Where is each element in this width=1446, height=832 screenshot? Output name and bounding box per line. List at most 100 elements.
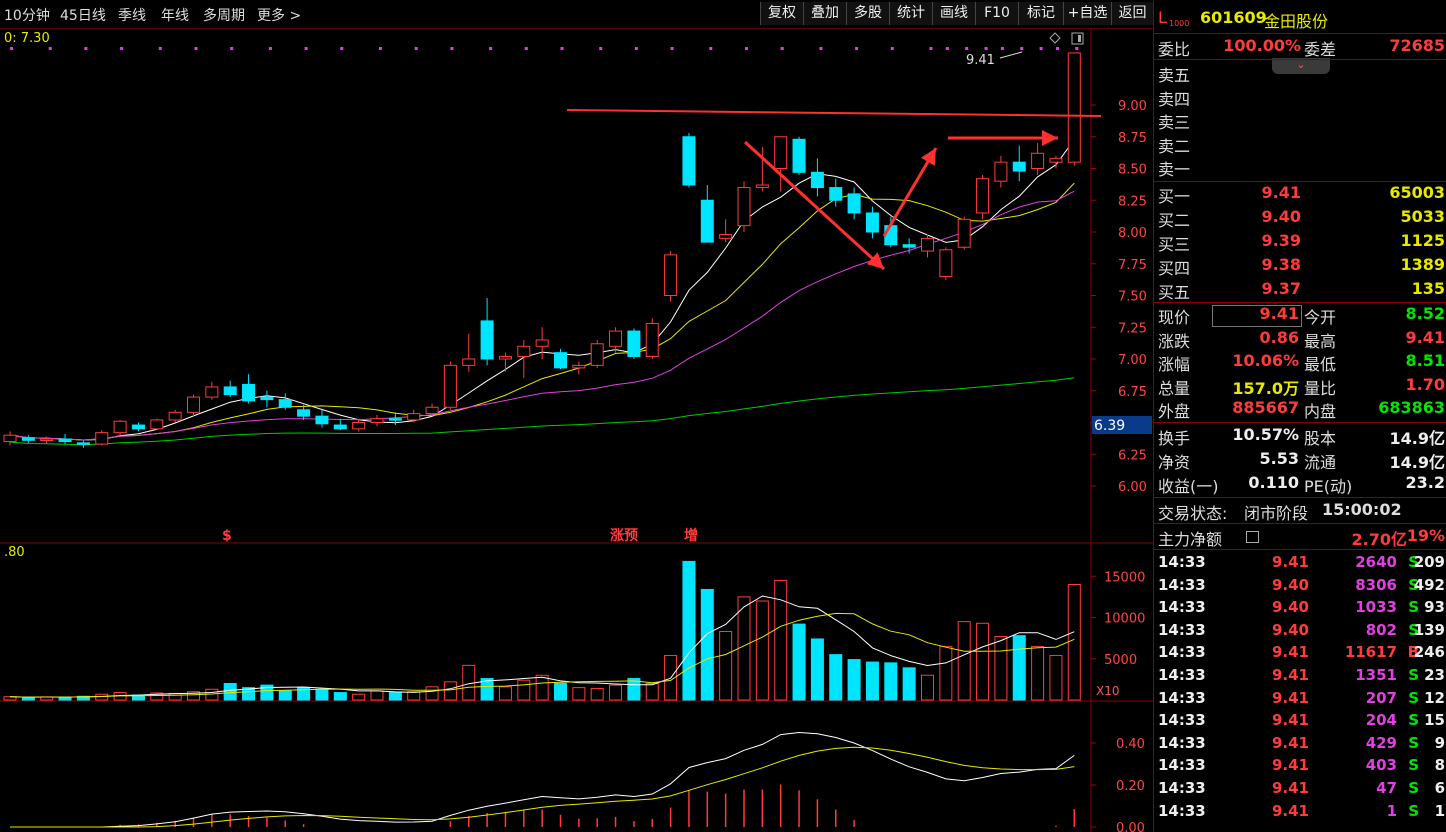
- candle: [76, 440, 90, 448]
- ma10-line: [9, 182, 1075, 441]
- volume-bar: [847, 659, 861, 701]
- tab-10min[interactable]: 10分钟: [4, 5, 50, 25]
- marker-dot: [1020, 47, 1024, 50]
- chart-toolbar: 10分钟 45日线 季线 年线 多周期 更多 > 复权 叠加 多股 统计 画线 …: [0, 0, 1153, 29]
- tab-more[interactable]: 更多 >: [257, 5, 301, 25]
- tick-price: 9.41: [1271, 643, 1309, 662]
- volume-bar: [829, 654, 843, 701]
- tick-time: 14:33: [1158, 598, 1206, 617]
- weicha-value: 72685: [1389, 36, 1445, 55]
- resistance-line: [566, 109, 1102, 117]
- candle-body: [205, 386, 219, 398]
- candle: [737, 181, 751, 232]
- fund-value-2: 23.2: [1405, 473, 1445, 492]
- bid-row: 买二 9.40 5033: [1158, 207, 1446, 230]
- volume-tick-label: 10000: [1104, 612, 1145, 627]
- ma60-line: [9, 377, 1075, 446]
- overlay-button[interactable]: 叠加: [803, 2, 846, 25]
- ask-row: 卖二: [1158, 133, 1446, 156]
- tick-volume: 1: [1386, 801, 1397, 820]
- stat-value-2: 683863: [1378, 398, 1445, 417]
- volume-bar: [517, 679, 531, 701]
- ask-label: 卖四: [1158, 89, 1191, 109]
- volume-bar: [810, 638, 824, 701]
- tick-count: 6: [1434, 779, 1445, 797]
- level-badge: 1000: [1169, 19, 1190, 28]
- candle-body: [150, 419, 164, 430]
- ma20-line: [9, 190, 1075, 441]
- price-tick-label: 7.50: [1118, 290, 1147, 305]
- volume-bar: [939, 645, 953, 701]
- volume-bar: [21, 697, 35, 701]
- candle-body: [682, 136, 696, 186]
- ask-label: 卖一: [1158, 160, 1191, 179]
- tab-multi-period[interactable]: 多周期: [203, 5, 245, 25]
- volume-bar: [902, 667, 916, 701]
- ask-row: 卖五: [1158, 62, 1446, 85]
- f10-button[interactable]: F10: [975, 2, 1018, 25]
- tick-row: 14:33 9.41 429 S 9: [1154, 734, 1446, 757]
- ma-label: 0: 7.30: [4, 31, 50, 46]
- fund-row: 净资 5.53 流通 14.9亿: [1158, 449, 1446, 472]
- draw-line-button[interactable]: 画线: [932, 2, 975, 25]
- candle-body: [847, 193, 861, 214]
- tick-price: 9.41: [1271, 801, 1309, 820]
- fund-label-2: 流通: [1304, 453, 1337, 472]
- stat-row: 现价 9.41 今开 8.52: [1158, 304, 1446, 327]
- tick-time: 14:33: [1158, 711, 1206, 730]
- tick-side: S: [1408, 756, 1419, 775]
- marker-dot: [304, 47, 308, 50]
- bid-volume: 135: [1411, 279, 1445, 298]
- volume-bar: [223, 683, 237, 701]
- restore-rights-button[interactable]: 复权: [760, 2, 803, 25]
- candle: [1031, 143, 1045, 175]
- tab-quarter[interactable]: 季线: [118, 5, 146, 25]
- candle-body: [333, 424, 347, 430]
- detail-icon[interactable]: [1246, 531, 1259, 543]
- candle-body: [627, 330, 641, 357]
- volume-bar: [388, 692, 402, 701]
- volume-bar: [645, 683, 659, 701]
- ask-label: 卖二: [1158, 136, 1191, 156]
- mark-button[interactable]: 标记: [1018, 2, 1063, 25]
- chart-grid: [0, 28, 1153, 832]
- volume-bars: [3, 560, 1081, 701]
- tab-year[interactable]: 年线: [161, 5, 189, 25]
- marker-dot: [194, 47, 198, 50]
- candle-body: [498, 355, 512, 360]
- candle: [352, 419, 366, 432]
- diamond-icon[interactable]: [1049, 32, 1061, 44]
- candle: [260, 390, 274, 408]
- marker-dot: [855, 47, 859, 50]
- candle: [682, 132, 696, 188]
- tick-count: 209: [1413, 553, 1445, 571]
- fund-value: 10.57%: [1232, 425, 1299, 444]
- candle: [921, 234, 934, 258]
- multi-stock-button[interactable]: 多股: [846, 2, 889, 25]
- volume-bar: [572, 687, 586, 701]
- add-favorite-button[interactable]: +自选: [1063, 2, 1111, 25]
- price-tick-label: 7.75: [1118, 258, 1147, 273]
- candle-body: [1067, 52, 1081, 163]
- ask-label: 卖三: [1158, 113, 1191, 132]
- price-tick-label: 6.25: [1118, 448, 1147, 463]
- marker-dot: [379, 47, 382, 50]
- price-tick-label: 8.00: [1118, 226, 1147, 241]
- tab-45day[interactable]: 45日线: [60, 5, 106, 25]
- candle: [774, 136, 788, 192]
- tick-count: 246: [1413, 643, 1445, 662]
- bid-volume: 1389: [1400, 255, 1445, 274]
- window-toggle-icon[interactable]: [1071, 32, 1084, 45]
- marker-dot: [965, 47, 969, 50]
- stat-label-2: 今开: [1304, 308, 1337, 327]
- fund-value: 0.110: [1248, 473, 1299, 492]
- tick-side: S: [1408, 801, 1419, 820]
- tick-volume: 204: [1365, 711, 1397, 730]
- back-button[interactable]: 返回: [1111, 2, 1153, 25]
- bid-row: 买五 9.37 135: [1158, 279, 1446, 302]
- price-tick-label: 8.75: [1118, 131, 1147, 146]
- statistics-button[interactable]: 统计: [889, 2, 932, 25]
- kline-chart[interactable]: 0: 7.30 .80 X10 9.00 8.75 8.50 8.25 8.00 7.75…: [0, 28, 1153, 832]
- fund-value-2: 14.9亿: [1389, 429, 1445, 448]
- candle: [187, 394, 200, 417]
